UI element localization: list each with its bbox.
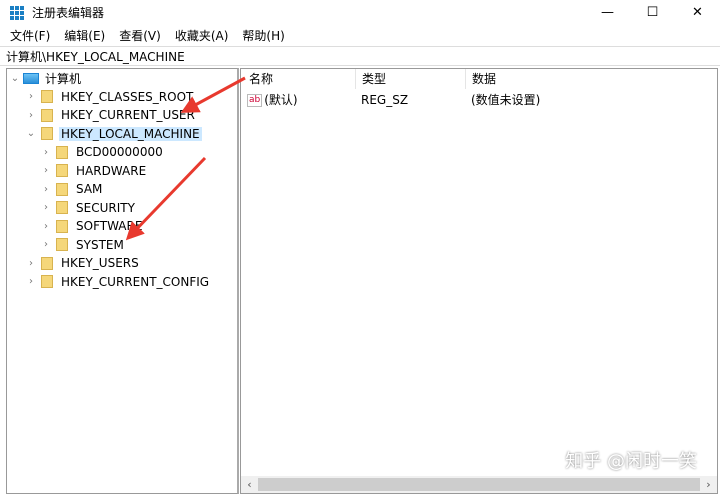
folder-icon	[41, 127, 53, 140]
menu-bar: 文件(F) 编辑(E) 查看(V) 收藏夹(A) 帮助(H)	[0, 26, 289, 44]
tree-item-computer[interactable]: ⌄ 计算机	[9, 69, 83, 87]
tree-item-selected[interactable]: ⌄ HKEY_LOCAL_MACHINE	[25, 125, 202, 143]
chevron-right-icon[interactable]: ›	[25, 258, 37, 269]
tree-item[interactable]: › HKEY_CURRENT_CONFIG	[25, 273, 211, 291]
chevron-right-icon[interactable]: ›	[40, 202, 52, 213]
column-header-type[interactable]: 类型	[355, 69, 386, 89]
menu-help[interactable]: 帮助(H)	[242, 27, 284, 44]
tree-item[interactable]: › SECURITY	[40, 199, 137, 217]
regedit-icon	[10, 5, 24, 20]
scroll-left-icon[interactable]: ‹	[241, 478, 258, 491]
menu-favorites[interactable]: 收藏夹(A)	[175, 27, 229, 44]
folder-icon	[56, 219, 68, 233]
chevron-right-icon[interactable]: ›	[25, 276, 37, 287]
column-header-name[interactable]: 名称	[249, 69, 273, 89]
folder-icon	[41, 90, 53, 103]
chevron-right-icon[interactable]: ›	[25, 110, 37, 121]
computer-icon	[23, 72, 39, 84]
chevron-right-icon[interactable]: ›	[40, 221, 52, 232]
chevron-down-icon[interactable]: ⌄	[25, 128, 37, 139]
folder-icon	[56, 145, 68, 159]
tree-item[interactable]: › HARDWARE	[40, 162, 148, 180]
chevron-right-icon[interactable]: ›	[40, 184, 52, 195]
address-bar[interactable]: 计算机\HKEY_LOCAL_MACHINE	[0, 46, 720, 66]
folder-icon	[41, 256, 53, 270]
chevron-right-icon[interactable]: ›	[25, 91, 37, 102]
menu-view[interactable]: 查看(V)	[119, 27, 161, 44]
string-value-icon: ab	[247, 94, 263, 107]
folder-icon	[56, 182, 68, 196]
value-type: REG_SZ	[361, 93, 409, 107]
maximize-button[interactable]: ☐	[630, 0, 675, 25]
chevron-down-icon[interactable]: ⌄	[9, 73, 21, 84]
chevron-right-icon[interactable]: ›	[40, 147, 52, 158]
tree-item[interactable]: › SAM	[40, 180, 104, 198]
folder-icon	[56, 238, 68, 251]
tree-item[interactable]: › BCD00000000	[40, 143, 165, 161]
value-name[interactable]: ab (默认)	[247, 91, 298, 109]
close-button[interactable]: ✕	[675, 0, 720, 25]
chevron-right-icon[interactable]: ›	[40, 239, 52, 250]
chevron-right-icon[interactable]: ›	[40, 165, 52, 176]
folder-icon	[41, 108, 53, 122]
folder-icon	[56, 164, 68, 177]
tree-item[interactable]: › HKEY_USERS	[25, 254, 141, 272]
folder-icon	[41, 275, 53, 288]
scroll-right-icon[interactable]: ›	[700, 478, 717, 491]
title-bar: 注册表编辑器 — ☐ ✕	[0, 0, 720, 25]
scroll-thumb[interactable]	[258, 478, 700, 491]
values-pane[interactable]: 名称 类型 数据 ab (默认) REG_SZ (数值未设置) 知乎 @闲时一笑 …	[240, 68, 718, 494]
tree-item[interactable]: › SOFTWARE	[40, 217, 144, 235]
menu-file[interactable]: 文件(F)	[10, 27, 50, 44]
folder-icon	[56, 201, 68, 214]
minimize-button[interactable]: —	[585, 0, 630, 25]
window-title: 注册表编辑器	[32, 6, 105, 20]
menu-edit[interactable]: 编辑(E)	[64, 27, 105, 44]
watermark: 知乎 @闲时一笑	[565, 451, 697, 472]
value-data: (数值未设置)	[471, 93, 541, 107]
tree-pane[interactable]: ⌄ 计算机 › HKEY_CLASSES_ROOT › HKEY_CURRENT_US…	[6, 68, 239, 494]
tree-item[interactable]: › HKEY_CLASSES_ROOT	[25, 88, 195, 106]
tree-item[interactable]: › SYSTEM	[40, 236, 126, 254]
column-header-data[interactable]: 数据	[465, 69, 496, 89]
horizontal-scrollbar[interactable]: ‹ ›	[241, 476, 717, 493]
tree-item[interactable]: › HKEY_CURRENT_USER	[25, 106, 197, 124]
